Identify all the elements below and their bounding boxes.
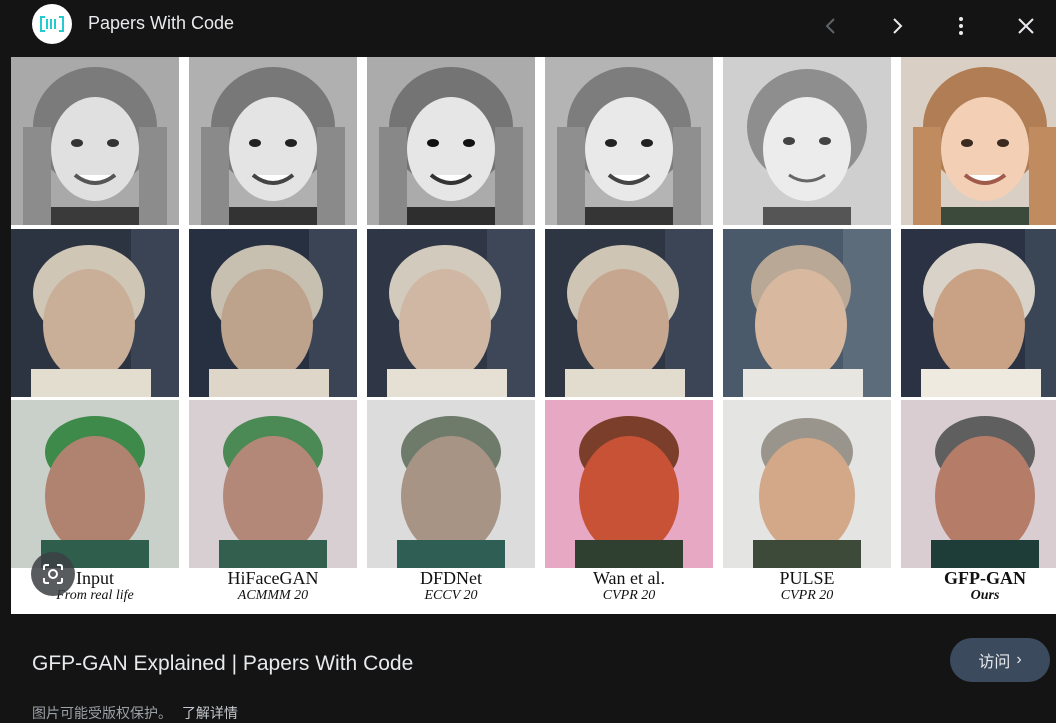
face-girl-dfdnet — [367, 57, 535, 225]
face-woman-dfdnet — [367, 229, 535, 397]
face-man-gfpgan — [901, 400, 1056, 568]
caption-title: PULSE — [779, 568, 835, 588]
chevron-right-icon: › — [1016, 651, 1022, 668]
visit-button[interactable]: 访问 › — [950, 638, 1050, 682]
face-woman-wan — [545, 229, 713, 397]
more-vert-icon[interactable] — [947, 12, 975, 40]
caption-title: HiFaceGAN — [227, 568, 319, 588]
papers-with-code-logo[interactable] — [32, 4, 72, 44]
caption-title: DFDNet — [420, 568, 482, 588]
chevron-right-icon[interactable] — [883, 12, 911, 40]
face-man-input — [11, 400, 179, 568]
caption-hifacegan: HiFaceGAN ACMMM 20 — [189, 568, 357, 604]
image-row-girl — [11, 57, 1056, 225]
learn-more-link[interactable]: 了解详情 — [182, 705, 238, 721]
face-woman-hifacegan — [189, 229, 357, 397]
face-man-wan — [545, 400, 713, 568]
caption-subtitle: ECCV 20 — [424, 588, 478, 603]
face-man-pulse — [723, 400, 891, 568]
caption-title: GFP-GAN — [944, 568, 1026, 588]
face-girl-hifacegan — [189, 57, 357, 225]
chevron-left-icon[interactable] — [817, 12, 845, 40]
face-woman-gfpgan — [901, 229, 1056, 397]
top-bar: Papers With Code — [0, 0, 1056, 56]
caption-dfdnet: DFDNet ECCV 20 — [367, 568, 535, 604]
close-icon[interactable] — [1012, 12, 1040, 40]
result-image[interactable]: Input From real life HiFaceGAN ACMMM 20 … — [11, 57, 1056, 614]
caption-wan: Wan et al. CVPR 20 — [545, 568, 713, 604]
result-title[interactable]: GFP-GAN Explained | Papers With Code — [32, 652, 413, 676]
caption-subtitle: CVPR 20 — [780, 588, 834, 603]
caption-subtitle: ACMMM 20 — [237, 588, 309, 603]
caption-pulse: PULSE CVPR 20 — [723, 568, 891, 604]
site-title[interactable]: Papers With Code — [88, 13, 234, 34]
caption-subtitle: From real life — [56, 588, 134, 603]
caption-subtitle: CVPR 20 — [602, 588, 656, 603]
image-row-man — [11, 400, 1056, 568]
lens-icon — [43, 564, 63, 584]
visit-button-label: 访问 — [978, 654, 1011, 671]
caption-title: Wan et al. — [592, 568, 666, 588]
image-row-woman — [11, 229, 1056, 397]
face-girl-gfpgan — [901, 57, 1056, 225]
face-man-dfdnet — [367, 400, 535, 568]
caption-subtitle: Ours — [970, 588, 1000, 603]
face-man-hifacegan — [189, 400, 357, 568]
caption-gfpgan: GFP-GAN Ours — [901, 568, 1056, 604]
face-girl-input — [11, 57, 179, 225]
copyright-text: 图片可能受版权保护。 — [32, 705, 172, 721]
face-girl-wan — [545, 57, 713, 225]
face-girl-pulse — [723, 57, 891, 225]
face-woman-pulse — [723, 229, 891, 397]
copyright-notice: 图片可能受版权保护。 了解详情 — [32, 703, 238, 723]
face-woman-input — [11, 229, 179, 397]
lens-search-button[interactable] — [31, 552, 75, 596]
